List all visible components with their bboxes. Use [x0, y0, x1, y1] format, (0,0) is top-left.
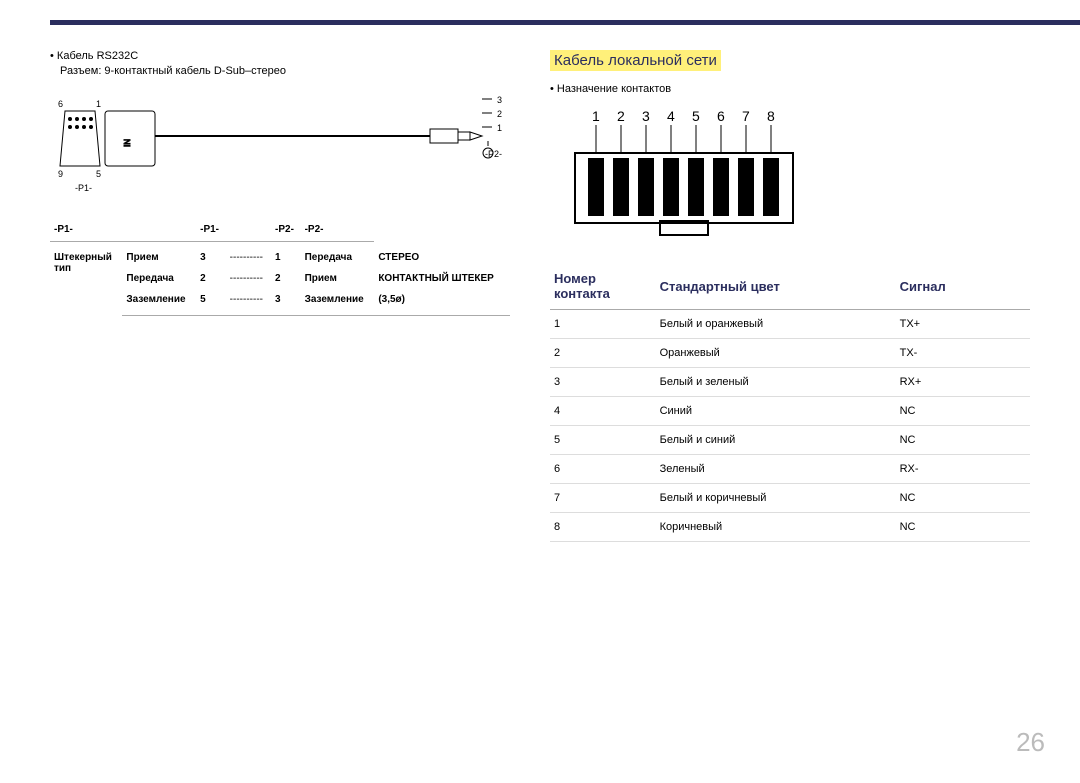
cell: 7: [550, 484, 656, 513]
header-rule: [50, 20, 1080, 25]
cell: СТЕРЕО: [378, 252, 419, 263]
cell: Зеленый: [656, 455, 896, 484]
cell: Заземление: [126, 294, 185, 305]
cell: Передача: [305, 252, 352, 263]
cell: Заземление: [305, 294, 364, 305]
cell: 5: [550, 426, 656, 455]
cell: 2: [200, 273, 206, 284]
cell: NC: [896, 484, 1030, 513]
cell: Синий: [656, 397, 896, 426]
table-row: 8КоричневыйNC: [550, 513, 1030, 542]
table-row: 1Белый и оранжевыйTX+: [550, 310, 1030, 339]
rj45-diagram: 1 2 3 4 5 6 7 8: [550, 103, 850, 243]
cell: Оранжевый: [656, 339, 896, 368]
cell: 1: [550, 310, 656, 339]
cell: TX+: [896, 310, 1030, 339]
cell: ----------: [226, 242, 271, 269]
rs232-connector-desc: Разъем: 9-контактный кабель D-Sub–стерео: [60, 65, 510, 77]
cell: 3: [275, 294, 281, 305]
rs232-diagram: 6 1 9 5 -P1- 3 2 1 -P2- IN: [50, 91, 510, 206]
cell: Белый и оранжевый: [656, 310, 896, 339]
svg-text:4: 4: [667, 108, 675, 124]
row-label: Штекерный тип: [50, 242, 122, 316]
rs232-cable-svg: IN: [50, 91, 510, 201]
pin-number-group: 1 2 3 4 5 6 7 8: [592, 108, 775, 124]
pin-num: 1: [592, 108, 600, 124]
cell: NC: [896, 397, 1030, 426]
th-p2a: -P2-: [271, 218, 301, 242]
left-column: Кабель RS232C Разъем: 9-контактный кабел…: [50, 50, 510, 542]
cell: Коричневый: [656, 513, 896, 542]
rs232-pinout-table: -P1- -P1- -P2- -P2- Штекерный тип Прием …: [50, 218, 510, 316]
cell: Передача: [126, 273, 173, 284]
svg-text:6: 6: [717, 108, 725, 124]
cell: 6: [550, 455, 656, 484]
cell: 5: [200, 294, 206, 305]
cell: Белый и коричневый: [656, 484, 896, 513]
lan-bullet: Назначение контактов: [550, 83, 1030, 95]
cell: 8: [550, 513, 656, 542]
svg-text:IN: IN: [123, 139, 132, 147]
th-standard-color: Стандартный цвет: [656, 263, 896, 310]
table-row: 7Белый и коричневыйNC: [550, 484, 1030, 513]
cell: RX+: [896, 368, 1030, 397]
content-columns: Кабель RS232C Разъем: 9-контактный кабел…: [50, 50, 1030, 542]
lan-pinout-table: Номер контакта Стандартный цвет Сигнал 1…: [550, 263, 1030, 542]
svg-text:8: 8: [767, 108, 775, 124]
cell: NC: [896, 513, 1030, 542]
cell: 3: [550, 368, 656, 397]
th-p1a: -P1-: [50, 218, 122, 242]
table-row: 5Белый и синийNC: [550, 426, 1030, 455]
cell: Белый и зеленый: [656, 368, 896, 397]
cell: Белый и синий: [656, 426, 896, 455]
cell: 1: [275, 252, 281, 263]
lan-tbody: 1Белый и оранжевыйTX+2ОранжевыйTX-3Белый…: [550, 310, 1030, 542]
cell: (3,5ø): [378, 294, 405, 305]
th-signal: Сигнал: [896, 263, 1030, 310]
cell: 4: [550, 397, 656, 426]
cell: ----------: [226, 268, 271, 289]
cell: TX-: [896, 339, 1030, 368]
th-pin-number: Номер контакта: [550, 263, 656, 310]
rj45-svg: 1 2 3 4 5 6 7 8: [550, 103, 850, 243]
cell: 2: [550, 339, 656, 368]
rs232-tbody: Штекерный тип Прием 3 ---------- 1 Перед…: [50, 242, 510, 316]
right-column: Кабель локальной сети Назначение контакт…: [550, 50, 1030, 542]
cell: RX-: [896, 455, 1030, 484]
row-label-top: Штекерный: [54, 252, 112, 263]
table-row: 3Белый и зеленыйRX+: [550, 368, 1030, 397]
th-blank: [122, 218, 196, 242]
table-row: 4СинийNC: [550, 397, 1030, 426]
page-number: 26: [1016, 727, 1045, 758]
lan-cable-title: Кабель локальной сети: [550, 50, 721, 71]
th-p1b: -P1-: [196, 218, 226, 242]
cell: КОНТАКТНЫЙ ШТЕКЕР: [378, 273, 494, 284]
cell: NC: [896, 426, 1030, 455]
svg-text:3: 3: [642, 108, 650, 124]
table-row: 6ЗеленыйRX-: [550, 455, 1030, 484]
row-label-bottom: тип: [54, 263, 71, 274]
cell: Прием: [126, 252, 158, 263]
th-blank2: [226, 218, 271, 242]
table-row: 2ОранжевыйTX-: [550, 339, 1030, 368]
rs232-bullet: Кабель RS232C: [50, 50, 510, 62]
svg-text:2: 2: [617, 108, 625, 124]
cell: Прием: [305, 273, 337, 284]
cell: 3: [200, 252, 206, 263]
cell: ----------: [226, 289, 271, 316]
svg-text:5: 5: [692, 108, 700, 124]
svg-text:7: 7: [742, 108, 750, 124]
cell: 2: [275, 273, 281, 284]
th-p2b: -P2-: [301, 218, 375, 242]
